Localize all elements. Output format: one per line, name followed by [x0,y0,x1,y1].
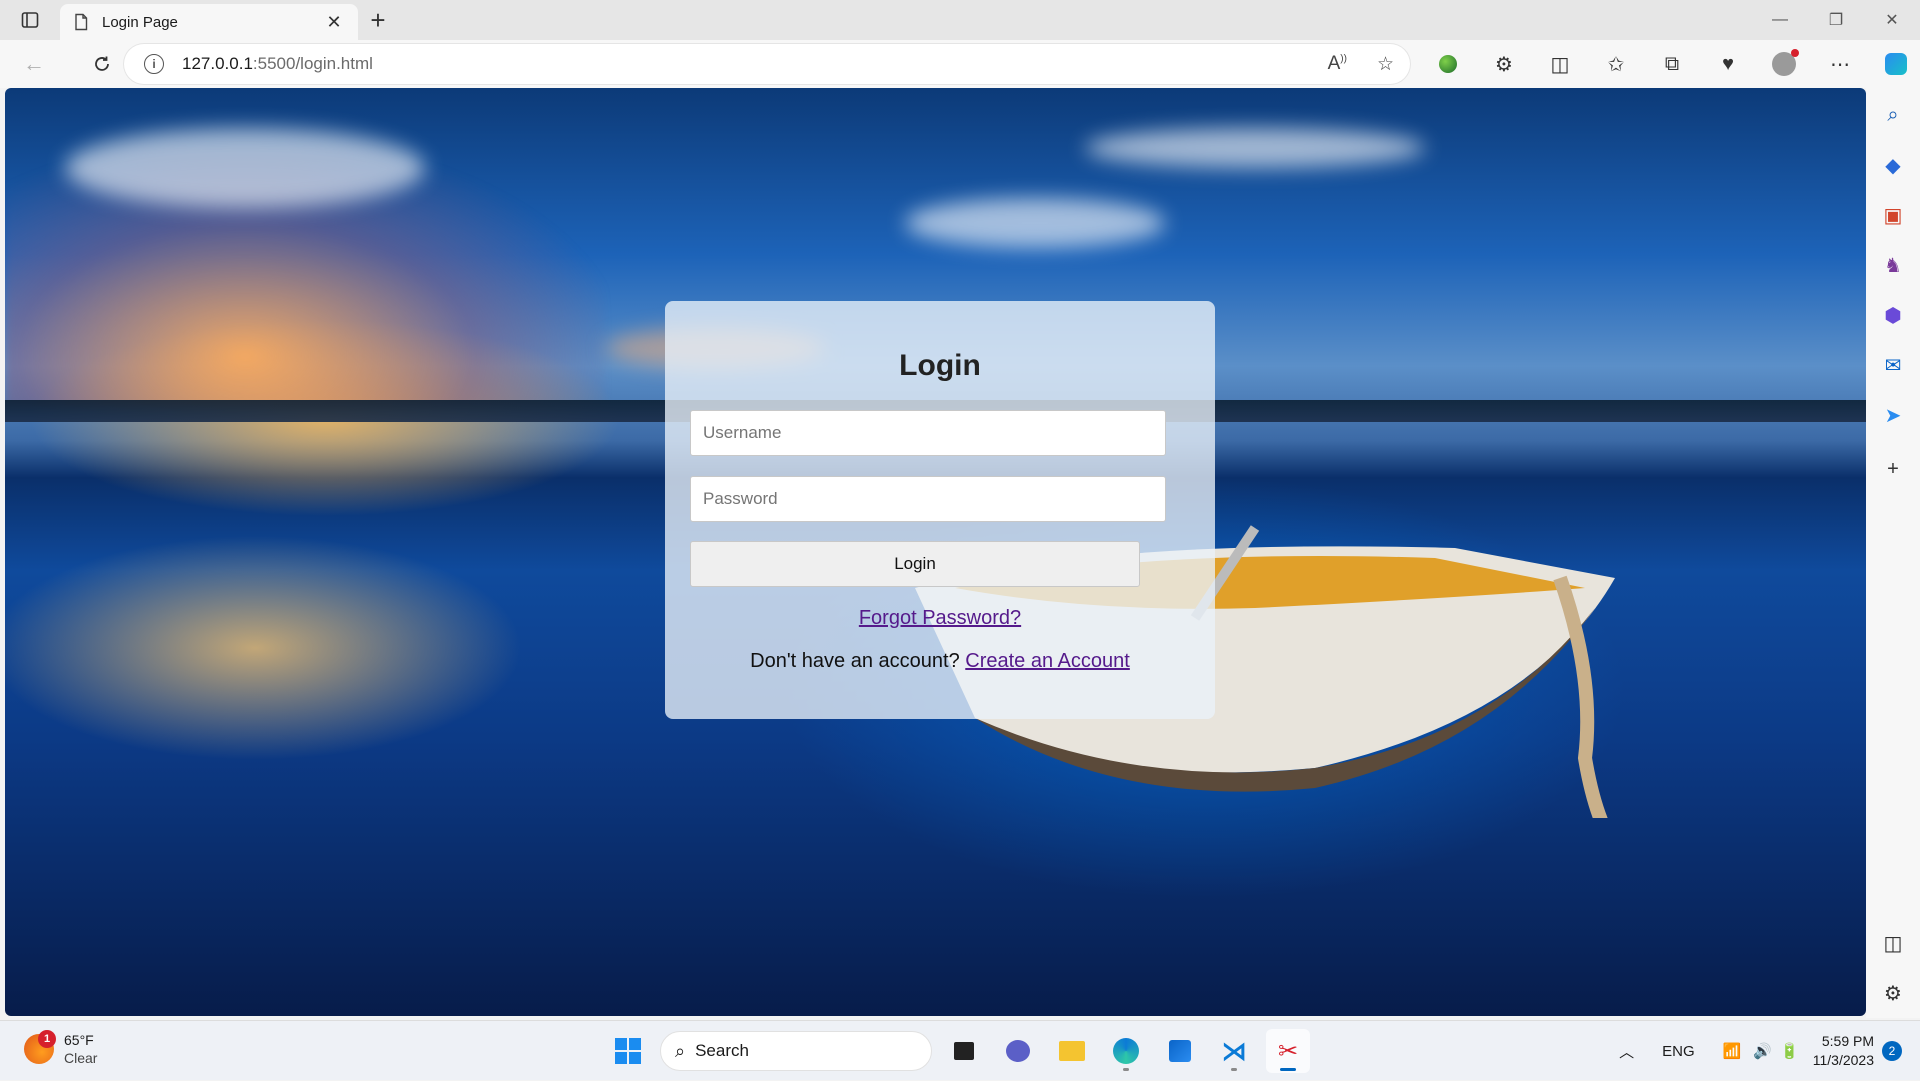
back-button[interactable]: ← [12,44,56,84]
browser-essentials-icon[interactable]: ♥ [1700,40,1756,88]
restore-icon[interactable]: ❐ [1808,0,1864,40]
close-tab-icon[interactable]: ✕ [322,12,346,33]
tab-login-page[interactable]: Login Page ✕ [60,4,358,40]
back-arrow-icon: ← [23,51,45,76]
copilot-office-icon[interactable]: ⬢ [1878,300,1908,330]
more-options-icon[interactable]: ⋯ [1812,40,1868,88]
volume-icon[interactable]: 🔊 [1753,1042,1772,1060]
login-heading: Login [899,349,981,382]
address-bar-actions: A)) ☆ [1328,44,1394,84]
login-card: Login Login Forgot Password? Don't have … [665,301,1215,719]
show-hidden-icons-icon[interactable]: ︿ [1619,1041,1634,1062]
edge-icon[interactable] [1104,1029,1148,1073]
windows-taskbar: 1 65°F Clear ⌕ Search ⋊ ✂ ︿ ENG 📶 🔊 🔋 5:… [0,1020,1920,1080]
clock-time: 5:59 PM [1821,1033,1874,1049]
vscode-icon[interactable]: ⋊ [1212,1029,1256,1073]
page-icon [75,13,88,31]
tab-strip: Login Page ✕ + — ❐ ✕ [0,0,1920,40]
minimize-icon[interactable]: — [1752,0,1808,40]
tab-title: Login Page [102,13,178,31]
tab-actions-icon [21,12,39,28]
refresh-icon [95,56,109,71]
weather-widget[interactable]: 1 65°F Clear [24,1030,97,1067]
favorites-icon[interactable]: ✩ [1588,40,1644,88]
search-label: Search [695,1041,749,1060]
create-account-link[interactable]: Create an Account [965,650,1130,672]
system-tray: ︿ ENG 📶 🔊 🔋 5:59 PM 11/3/2023 2 [1609,1021,1920,1081]
clock-date: 11/3/2023 [1812,1052,1874,1068]
windows-start-icon[interactable] [606,1029,650,1073]
battery-icon[interactable]: 🔋 [1780,1042,1799,1060]
username-input[interactable] [690,410,1166,456]
notification-badge[interactable]: 2 [1882,1041,1902,1061]
address-bar[interactable]: i 127.0.0.1:5500/login.html A)) ☆ [124,44,1410,84]
page-viewport: Login Login Forgot Password? Don't have … [5,88,1866,1016]
add-icon[interactable]: + [1878,454,1908,484]
profile-avatar[interactable] [1756,40,1812,88]
store-icon[interactable] [1158,1029,1202,1073]
snipping-tool-icon[interactable]: ✂ [1266,1029,1310,1073]
forgot-password-row: Forgot Password? [665,607,1215,630]
running-indicator [1231,1068,1237,1071]
weather-badge: 1 [38,1030,56,1048]
active-indicator [1280,1068,1296,1071]
weather-text: 65°F Clear [64,1031,97,1067]
favorite-star-icon[interactable]: ☆ [1377,53,1394,76]
teams-chat-icon[interactable] [996,1029,1040,1073]
wifi-icon[interactable]: 📶 [1723,1042,1742,1060]
extensions-icon[interactable]: ⚙ [1476,40,1532,88]
close-window-icon[interactable]: ✕ [1864,0,1920,40]
task-view-icon[interactable] [942,1029,986,1073]
forgot-password-link[interactable]: Forgot Password? [859,607,1021,629]
signup-prompt: Don't have an account? [750,650,960,672]
weather-sun-icon: 1 [24,1030,56,1064]
split-screen-icon[interactable]: ◫ [1532,40,1588,88]
file-explorer-icon[interactable] [1050,1029,1094,1073]
outlook-icon[interactable]: ✉ [1878,350,1908,380]
password-input[interactable] [690,476,1166,522]
clock[interactable]: 5:59 PM 11/3/2023 [1813,1032,1874,1070]
read-aloud-icon[interactable]: A)) [1328,53,1347,75]
language-indicator[interactable]: ENG [1662,1043,1695,1060]
chess-icon[interactable]: ♞ [1878,250,1908,280]
login-button[interactable]: Login [690,541,1140,587]
extension-globe-icon[interactable] [1420,40,1476,88]
cloud [905,198,1165,248]
weather-condition: Clear [64,1050,98,1066]
cloud [1085,128,1425,168]
tag-icon[interactable]: ◆ [1878,150,1908,180]
cloud [65,128,425,208]
windows-logo-icon [615,1038,641,1064]
toolbar-right: ⚙ ◫ ✩ ⧉ ♥ ⋯ [1420,40,1920,88]
browser-toolbar: ← i 127.0.0.1:5500/login.html A)) ☆ ⚙ ◫ … [0,40,1920,88]
send-icon[interactable]: ➤ [1878,400,1908,430]
toolbox-icon[interactable]: ▣ [1878,200,1908,230]
edge-sidebar: ⌕ ◆ ▣ ♞ ⬢ ✉ ➤ + ◫ ⚙ [1866,88,1920,1018]
refresh-button[interactable] [80,44,124,84]
window-controls: — ❐ ✕ [1752,0,1920,40]
search-magnifier-icon: ⌕ [675,1040,686,1061]
taskbar-search[interactable]: ⌕ Search [660,1031,932,1071]
settings-icon[interactable]: ⚙ [1878,978,1908,1008]
tab-actions-button[interactable] [0,0,60,40]
collections-icon[interactable]: ⧉ [1644,40,1700,88]
running-indicator [1123,1068,1129,1071]
weather-temp: 65°F [64,1032,94,1048]
site-info-icon[interactable]: i [144,54,164,74]
panel-icon[interactable]: ◫ [1878,928,1908,958]
signup-row: Don't have an account? Create an Account [665,650,1215,673]
url-host: 127.0.0.1 [182,54,253,73]
taskbar-apps: ⌕ Search ⋊ ✂ [606,1029,1310,1073]
url-path: :5500/login.html [252,54,373,73]
copilot-icon[interactable] [1868,40,1920,88]
new-tab-button[interactable]: + [358,0,398,40]
search-icon[interactable]: ⌕ [1878,100,1908,130]
